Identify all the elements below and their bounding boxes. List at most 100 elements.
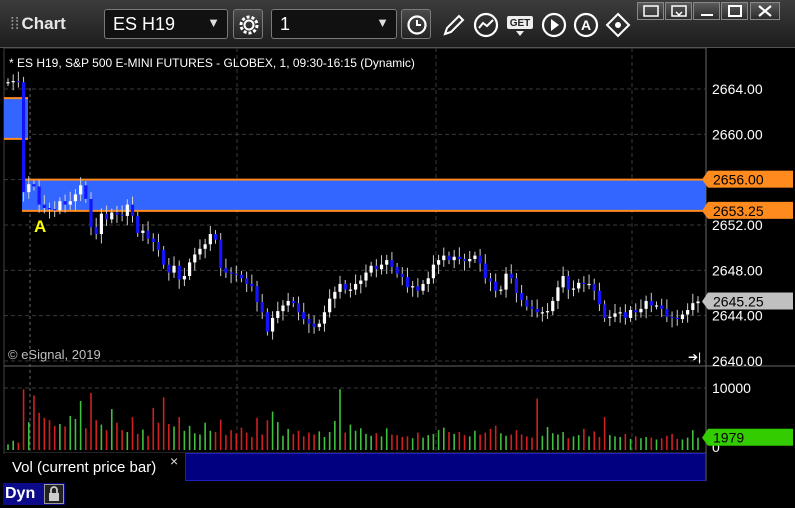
candle-body (597, 290, 602, 305)
candle-body (462, 259, 467, 262)
chart-area[interactable]: 2664.00 2660.00 2656.00 2652.00 2648.00 2644.… (0, 48, 795, 508)
candle-body (162, 249, 166, 265)
candle-body (592, 283, 596, 291)
minimize-icon (701, 14, 713, 16)
candle-body (302, 312, 306, 320)
candle-body (84, 185, 88, 199)
candle-body (79, 185, 83, 195)
candle-body (333, 291, 337, 299)
symbol-settings-button[interactable] (233, 9, 263, 39)
zone-marker-label: A (34, 217, 46, 236)
candle-body (42, 204, 46, 208)
study-icon[interactable] (472, 11, 500, 39)
play-icon[interactable] (540, 11, 568, 39)
restore-icon (643, 5, 659, 17)
candle-body (151, 238, 155, 242)
price-axis-label: 2660.00 (712, 126, 763, 142)
candle-body (628, 310, 633, 318)
close-icon (758, 5, 772, 17)
candle-body (478, 255, 482, 264)
candle-body (208, 234, 212, 245)
candle-body (32, 184, 36, 187)
candle-body (291, 300, 295, 304)
candle-body (618, 312, 622, 314)
candle-body (390, 260, 394, 267)
app-title: ⁞⁞ Chart (10, 14, 66, 34)
candle-body (405, 277, 410, 288)
candle-body (577, 282, 581, 289)
volume-last-tag: 1979 (713, 430, 744, 446)
price-axis-label: 2644.00 (712, 308, 763, 324)
candle-body (115, 212, 119, 215)
last-price-tag: 2645.25 (713, 294, 764, 310)
volume-study-label[interactable]: Vol (current price bar) (5, 453, 185, 481)
pencil-icon[interactable] (440, 11, 468, 39)
symbol-value: ES H19 (113, 14, 176, 34)
svg-text:A: A (581, 17, 591, 33)
interval-value: 1 (280, 14, 291, 34)
pin-button[interactable] (665, 2, 692, 20)
last-price-tag-arrow (702, 292, 708, 310)
candle-body (359, 280, 363, 284)
chart-title: * ES H19, S&P 500 E-MINI FUTURES - GLOBE… (9, 56, 415, 70)
candle-body (229, 272, 233, 274)
candle-body (198, 248, 202, 255)
candle-body (99, 213, 103, 235)
svg-text:GET: GET (510, 18, 531, 29)
price-axis-label: 2640.00 (712, 353, 763, 369)
volume-close-icon[interactable]: × (170, 453, 178, 469)
maximize-icon (728, 5, 742, 17)
chart-frame (3, 48, 707, 454)
price-chart[interactable]: 2664.00 2660.00 2656.00 2652.00 2648.00 2644.… (0, 48, 795, 508)
interval-clock-button[interactable] (401, 9, 431, 39)
candle-body (680, 314, 685, 320)
chevron-down-icon[interactable]: ▼ (376, 15, 389, 30)
candle-body (551, 300, 555, 312)
candle-body (255, 286, 259, 303)
candle-body (58, 201, 62, 211)
candle-body (654, 305, 659, 307)
candle-body (613, 313, 617, 317)
restore-button[interactable] (637, 2, 664, 20)
candle-body (187, 262, 192, 276)
candle-body (431, 264, 436, 279)
candle-body (520, 293, 524, 300)
candle-body (395, 266, 399, 274)
minimize-button[interactable] (693, 2, 720, 20)
candle-body (353, 283, 358, 290)
candle-body (675, 317, 679, 320)
candle-body (338, 283, 342, 292)
candle-body (535, 308, 539, 313)
chevron-down-icon[interactable]: ▼ (207, 15, 220, 30)
candle-body (364, 272, 368, 281)
candle-body (571, 288, 576, 290)
close-button[interactable] (750, 2, 780, 20)
candle-body (473, 255, 477, 259)
candle-body (245, 278, 249, 284)
candle-body (696, 301, 700, 304)
candle-body (203, 244, 207, 249)
candle-body (379, 264, 384, 270)
alert-icon[interactable]: A (572, 11, 600, 39)
interval-selector[interactable]: 1 ▼ (271, 9, 397, 39)
candle-body (504, 273, 508, 290)
candle-body (660, 305, 664, 309)
candle-body (587, 283, 591, 286)
grip-icon[interactable]: ⁞⁞ (10, 14, 19, 33)
candle-body (63, 201, 67, 205)
maximize-button[interactable] (721, 2, 748, 20)
link-icon[interactable] (604, 11, 632, 39)
candle-body (182, 276, 186, 280)
candle-body (634, 310, 638, 313)
lock-button[interactable] (44, 484, 64, 504)
symbol-selector[interactable]: ES H19 ▼ (104, 9, 228, 39)
candle-body (608, 316, 612, 318)
get-data-icon[interactable]: GET (505, 11, 535, 39)
candle-body (670, 316, 674, 318)
app-title-label: Chart (21, 14, 66, 33)
candle-body (307, 319, 311, 324)
candle-body (281, 305, 285, 312)
candle-body (317, 323, 321, 327)
candle-body (270, 317, 275, 332)
candle-body (104, 213, 109, 220)
